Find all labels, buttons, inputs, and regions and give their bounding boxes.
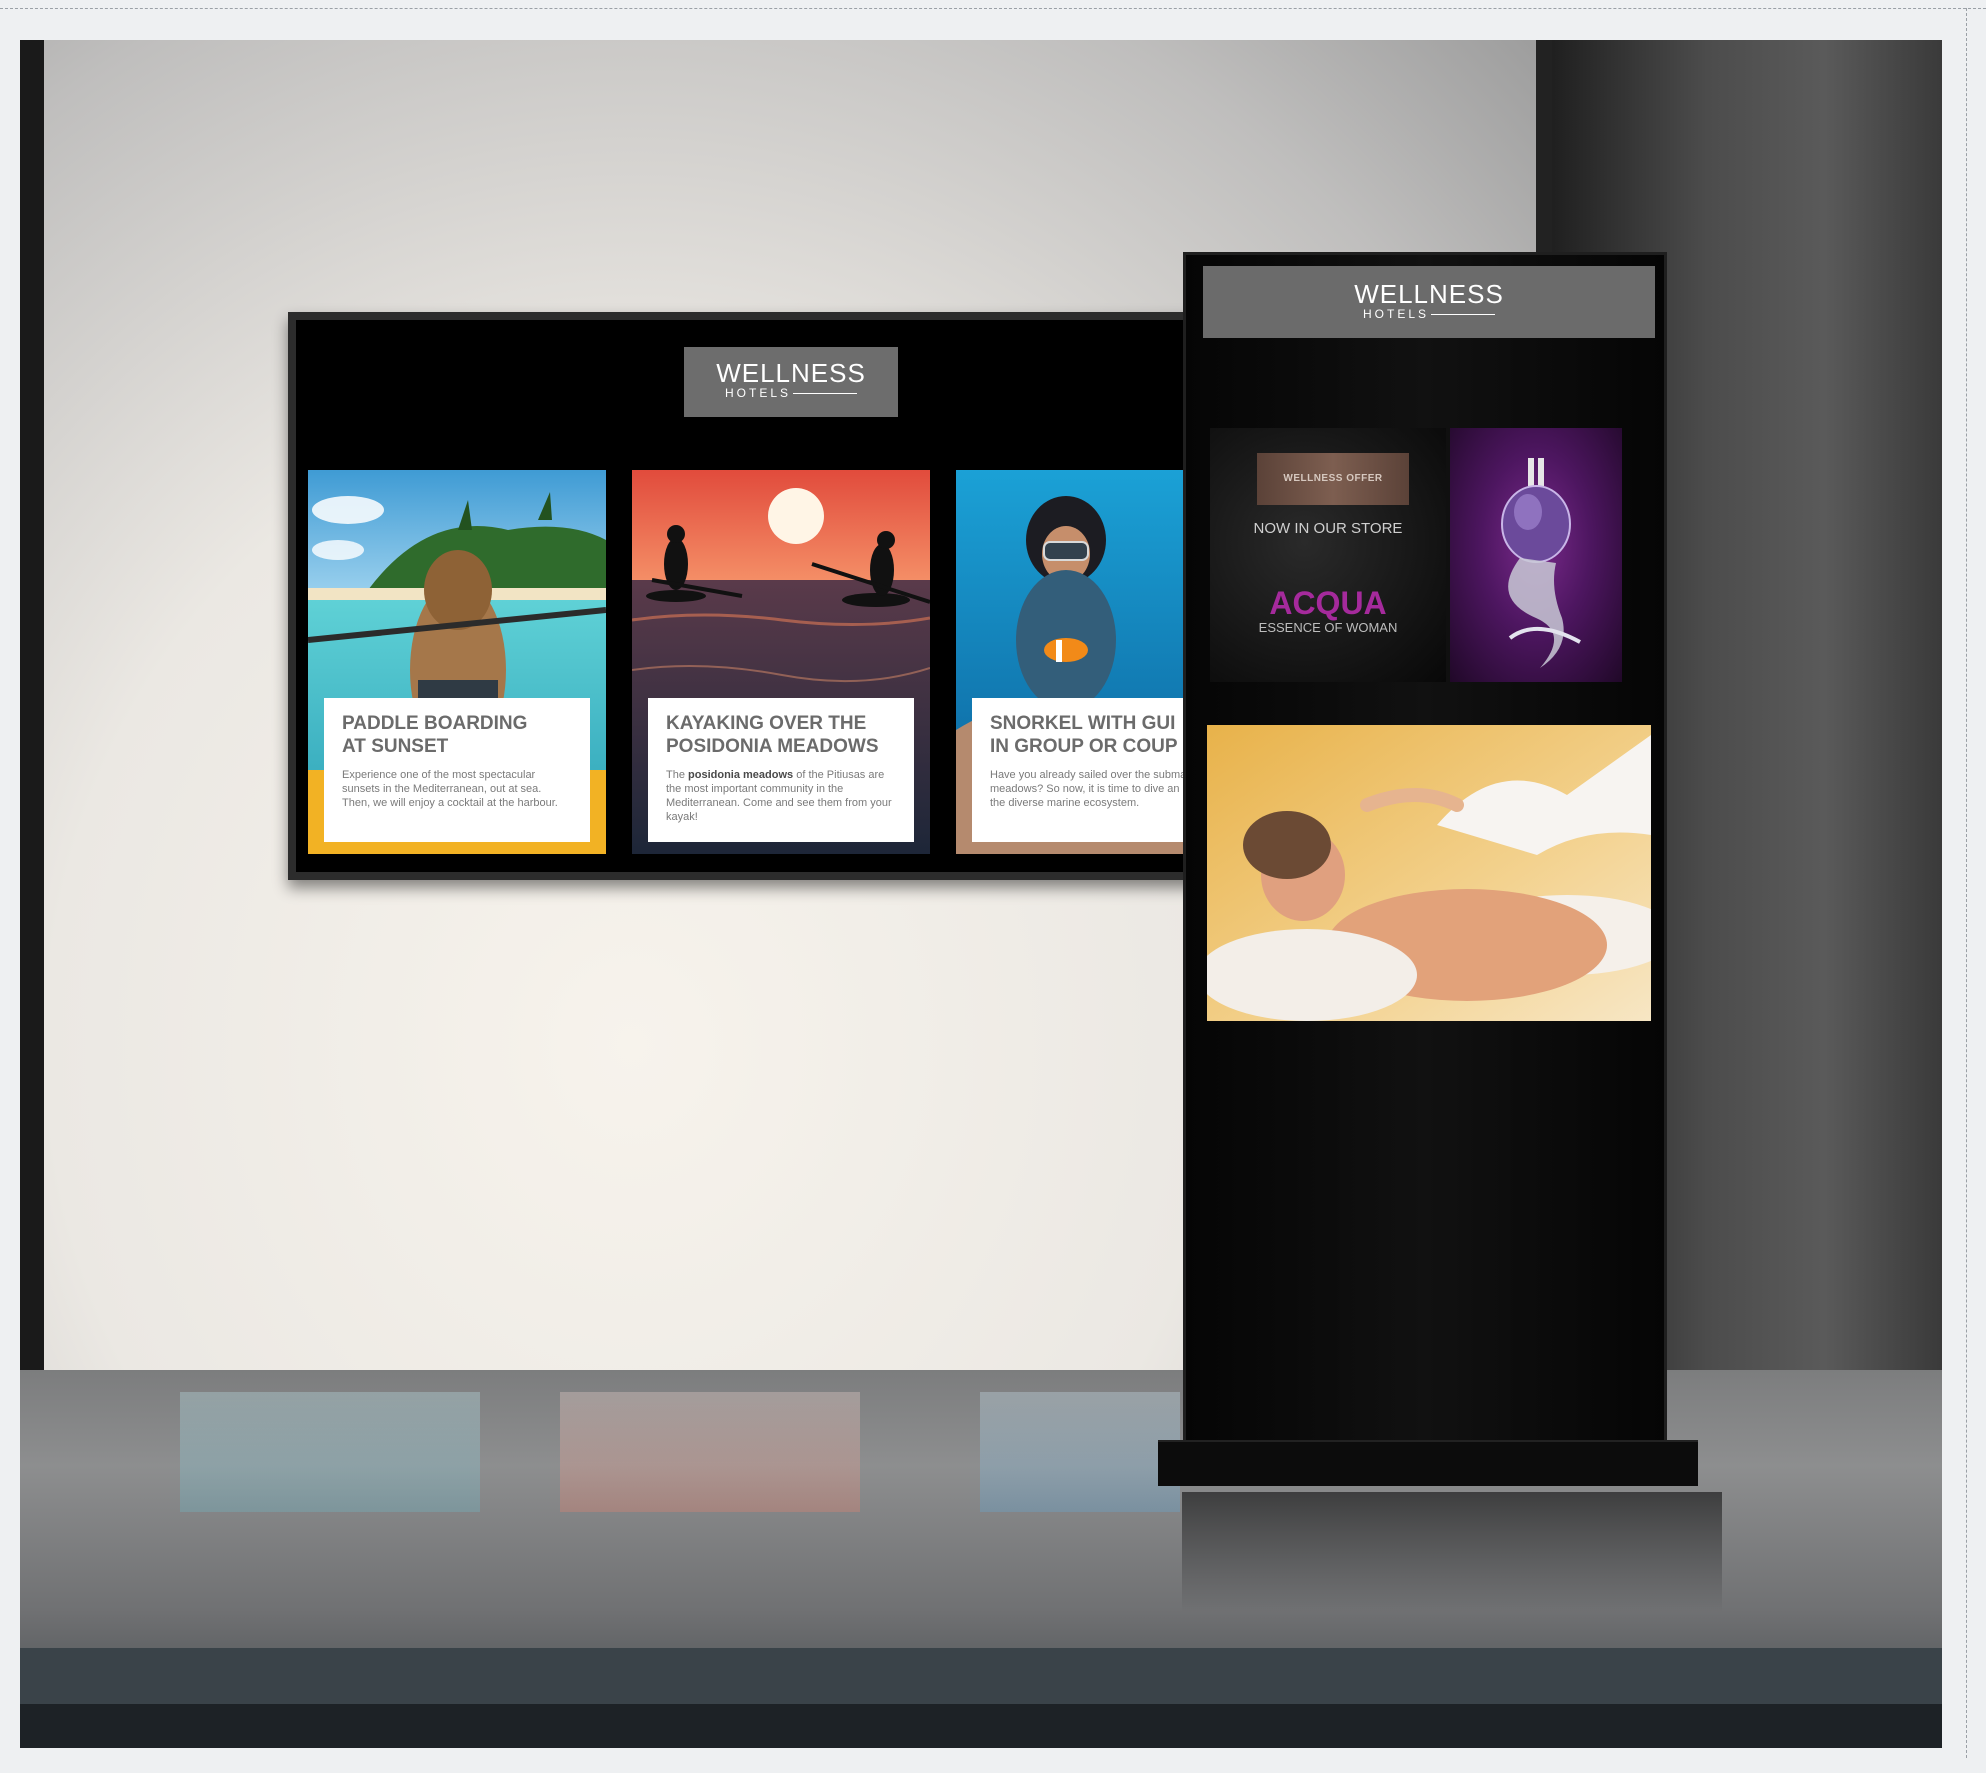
canvas-right-border [1966, 8, 1967, 1758]
kiosk-logo-sub: HOTELS [1203, 308, 1655, 320]
wall-tv-display: WELLNESS HOTELS PADDLE BOARDING AT SUNSE… [288, 312, 1248, 880]
spa-massage-image [1207, 725, 1651, 1021]
floor-bottom [20, 1704, 1942, 1748]
activity-card-paddle-boarding[interactable]: PADDLE BOARDING AT SUNSET Experience one… [308, 470, 606, 854]
card-title: KAYAKING OVER THE POSIDONIA MEADOWS [666, 713, 879, 757]
perfume-ad-panel[interactable]: WELLNESS OFFER NOW IN OUR STORE ACQUA ES… [1210, 428, 1446, 682]
activity-card-kayaking[interactable]: KAYAKING OVER THE POSIDONIA MEADOWS The … [632, 470, 930, 854]
card-info-box: KAYAKING OVER THE POSIDONIA MEADOWS The … [648, 698, 914, 842]
tv-logo-sub: HOTELS [684, 387, 898, 399]
ad-product-name: ACQUA [1269, 585, 1387, 621]
floor-reflection-card-3 [980, 1392, 1180, 1512]
card-title: PADDLE BOARDING AT SUNSET [342, 713, 528, 757]
card-description: Experience one of the most spectacular s… [342, 769, 558, 809]
perfume-bottle-image [1450, 428, 1622, 682]
card-description-highlight: posidonia meadows [688, 769, 794, 781]
wellness-offer-badge: WELLNESS OFFER [1257, 453, 1409, 505]
card-description: The posidonia meadows of the Pitiusas ar… [666, 769, 892, 823]
floor-edge [20, 1648, 1942, 1704]
card-info-box: PADDLE BOARDING AT SUNSET Experience one… [324, 698, 590, 842]
kiosk-floor-shadow [1182, 1492, 1722, 1612]
showroom-scene: WELLNESS HOTELS PADDLE BOARDING AT SUNSE… [20, 40, 1942, 1748]
left-wall-frame [20, 40, 44, 1380]
kiosk-base [1158, 1440, 1698, 1486]
floor-reflection-card-2 [560, 1392, 860, 1512]
canvas-top-border [0, 8, 1986, 9]
tv-logo-name: WELLNESS [716, 358, 866, 388]
ad-headline: NOW IN OUR STORE [1253, 520, 1403, 537]
floor-reflection-card-1 [180, 1392, 480, 1512]
kiosk-logo-name: WELLNESS [1354, 279, 1504, 309]
kiosk-logo: WELLNESS HOTELS [1203, 266, 1655, 338]
tv-logo: WELLNESS HOTELS [684, 347, 898, 417]
ad-tagline: ESSENCE OF WOMAN [1258, 620, 1398, 635]
